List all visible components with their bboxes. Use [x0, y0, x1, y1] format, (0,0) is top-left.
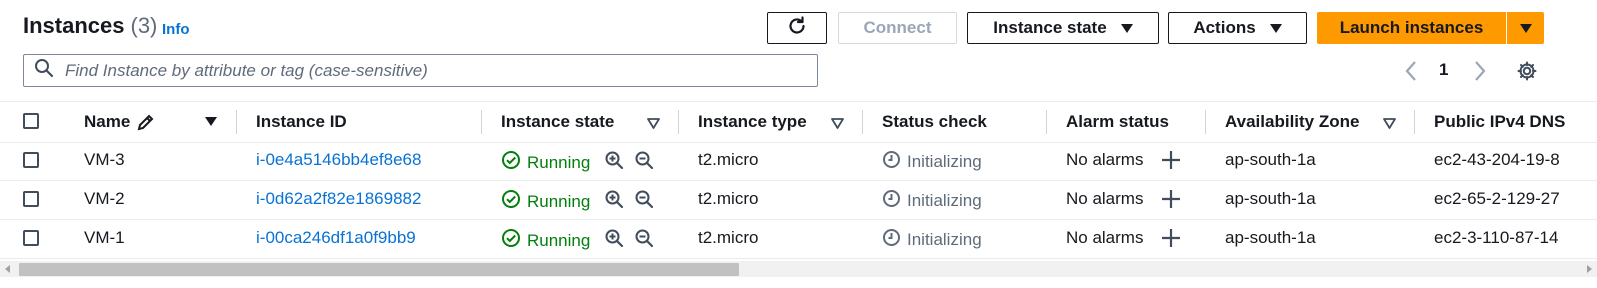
column-header-instance-id[interactable]: Instance ID [256, 112, 347, 132]
check-circle-icon [501, 228, 521, 253]
instance-state-text: Running [527, 191, 591, 211]
column-divider[interactable] [678, 110, 679, 134]
instance-count: (3) [130, 13, 158, 38]
row-checkbox[interactable] [23, 152, 39, 168]
instance-name: VM-1 [84, 228, 125, 247]
zoom-in-icon[interactable] [604, 228, 624, 253]
status-check-text: Initializing [907, 230, 982, 249]
check-circle-icon [501, 189, 521, 214]
table-row[interactable]: VM-2 i-0d62a2f82e1869882 Running t2.micr… [0, 180, 1597, 220]
info-link[interactable]: Info [162, 21, 190, 38]
status-check: Initializing [882, 150, 982, 174]
status-check-text: Initializing [907, 191, 982, 210]
page-number[interactable]: 1 [1439, 60, 1448, 80]
settings-gear-icon[interactable] [1516, 60, 1538, 87]
scroll-left-arrow-icon[interactable] [5, 265, 10, 273]
scrollbar-thumb[interactable] [19, 263, 739, 276]
plus-icon[interactable] [1160, 149, 1182, 176]
status-check: Initializing [882, 228, 982, 252]
zoom-out-icon[interactable] [634, 189, 654, 214]
instance-state-badge: Running [501, 189, 590, 214]
alarm-status: No alarms [1066, 228, 1144, 247]
column-header-availability-zone[interactable]: Availability Zone [1225, 112, 1359, 132]
plus-icon[interactable] [1160, 227, 1182, 254]
page-title: Instances (3) [23, 13, 157, 39]
column-header-name[interactable]: Name [84, 112, 130, 132]
caret-down-icon [1269, 23, 1282, 33]
instance-type: t2.micro [698, 189, 759, 208]
column-divider[interactable] [1046, 110, 1047, 134]
sort-caret-icon[interactable] [1383, 116, 1396, 134]
table-header: Name Instance ID Instance state Instance… [0, 101, 1597, 143]
row-checkbox[interactable] [23, 230, 39, 246]
chevron-left-icon[interactable] [1403, 60, 1419, 87]
column-divider[interactable] [862, 110, 863, 134]
refresh-button[interactable] [767, 12, 827, 44]
instance-state-text: Running [527, 152, 591, 172]
instance-type: t2.micro [698, 228, 759, 247]
sort-caret-icon[interactable] [647, 116, 660, 134]
instance-state-text: Running [527, 230, 591, 250]
page-title-text: Instances [23, 13, 125, 38]
alarm-status: No alarms [1066, 150, 1144, 169]
instance-state-badge: Running [501, 150, 590, 175]
caret-down-icon [1120, 23, 1133, 33]
public-dns: ec2-43-204-19-8 [1434, 150, 1560, 169]
search-icon [34, 58, 54, 83]
clock-icon [882, 150, 901, 174]
caret-down-icon [1519, 23, 1532, 33]
launch-options-dropdown[interactable] [1507, 12, 1544, 44]
column-divider[interactable] [236, 110, 237, 134]
availability-zone: ap-south-1a [1225, 228, 1316, 247]
instance-state-button[interactable]: Instance state [967, 12, 1159, 44]
column-header-alarm-status[interactable]: Alarm status [1066, 112, 1169, 132]
instance-type: t2.micro [698, 150, 759, 169]
launch-instances-button[interactable]: Launch instances [1317, 12, 1506, 44]
row-checkbox[interactable] [23, 191, 39, 207]
instance-state-button-label: Instance state [993, 18, 1107, 37]
column-divider[interactable] [481, 110, 482, 134]
select-all-checkbox[interactable] [23, 113, 39, 129]
search-input[interactable] [63, 59, 807, 82]
sort-caret-icon[interactable] [831, 116, 844, 134]
zoom-in-icon[interactable] [604, 150, 624, 175]
column-divider[interactable] [1414, 110, 1415, 134]
zoom-out-icon[interactable] [634, 228, 654, 253]
zoom-in-icon[interactable] [604, 189, 624, 214]
instance-state-badge: Running [501, 228, 590, 253]
zoom-out-icon[interactable] [634, 150, 654, 175]
chevron-right-icon[interactable] [1472, 60, 1488, 87]
edit-pencil-icon[interactable] [136, 112, 156, 137]
plus-icon[interactable] [1160, 188, 1182, 215]
filter-caret-icon[interactable] [205, 117, 217, 126]
availability-zone: ap-south-1a [1225, 150, 1316, 169]
actions-button[interactable]: Actions [1168, 12, 1307, 44]
public-dns: ec2-3-110-87-14 [1434, 228, 1559, 247]
refresh-icon [786, 15, 808, 42]
scroll-right-arrow-icon[interactable] [1587, 265, 1592, 273]
clock-icon [882, 228, 901, 252]
table-row[interactable]: VM-3 i-0e4a5146bb4ef8e68 Running t2.micr… [0, 141, 1597, 181]
actions-button-label: Actions [1193, 18, 1256, 37]
connect-button[interactable]: Connect [838, 12, 957, 44]
search-box[interactable] [23, 54, 818, 87]
clock-icon [882, 189, 901, 213]
instance-id-link[interactable]: i-0d62a2f82e1869882 [256, 189, 421, 209]
status-check: Initializing [882, 189, 982, 213]
instance-name: VM-3 [84, 150, 125, 169]
check-circle-icon [501, 150, 521, 175]
column-header-instance-type[interactable]: Instance type [698, 112, 807, 132]
status-check-text: Initializing [907, 152, 982, 171]
instance-name: VM-2 [84, 189, 125, 208]
column-divider[interactable] [1205, 110, 1206, 134]
instance-id-link[interactable]: i-0e4a5146bb4ef8e68 [256, 150, 421, 170]
column-header-instance-state[interactable]: Instance state [501, 112, 614, 132]
table-row[interactable]: VM-1 i-00ca246df1a0f9bb9 Running t2.micr… [0, 219, 1597, 259]
column-header-public-dns[interactable]: Public IPv4 DNS [1434, 112, 1565, 132]
instance-id-link[interactable]: i-00ca246df1a0f9bb9 [256, 228, 416, 248]
column-header-status-check[interactable]: Status check [882, 112, 987, 132]
availability-zone: ap-south-1a [1225, 189, 1316, 208]
alarm-status: No alarms [1066, 189, 1144, 208]
public-dns: ec2-65-2-129-27 [1434, 189, 1560, 208]
